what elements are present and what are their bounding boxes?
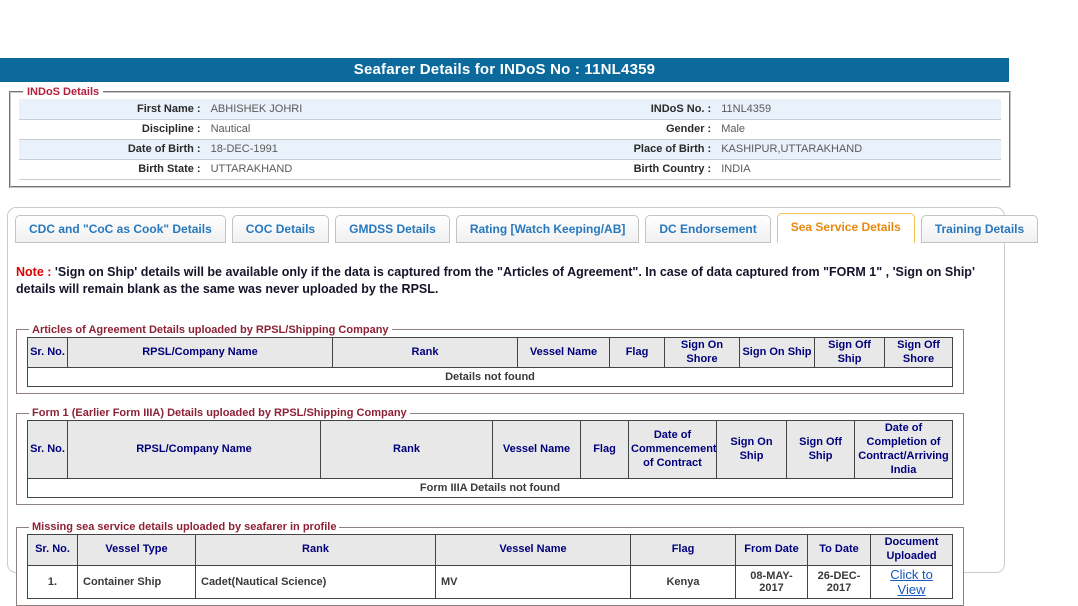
to-date-cell: 26-DEC-2017	[807, 564, 871, 599]
header-cell: Sign Off Shore	[884, 336, 953, 369]
field-label: Gender :	[559, 119, 717, 140]
articles-of-agreement-fieldset: Articles of Agreement Details uploaded b…	[16, 323, 964, 395]
indos-details-legend: INDoS Details	[27, 86, 100, 98]
header-cell: Rank	[195, 534, 436, 566]
header-cell: To Date	[807, 534, 871, 566]
indos-row: Discipline : Nautical Gender : Male	[19, 119, 1001, 140]
header-cell: Rank	[332, 336, 518, 369]
click-to-view-link[interactable]: Click to View	[890, 567, 933, 597]
table-header-row: Sr. No. RPSL/Company Name Rank Vessel Na…	[27, 336, 953, 369]
field-label: Birth State :	[19, 159, 206, 180]
missing-sea-service-table: Sr. No. Vessel Type Rank Vessel Name Fla…	[27, 534, 953, 599]
header-cell: Date of Commencement of Contract	[628, 420, 717, 480]
tab-cdc-coc-as-cook[interactable]: CDC and "CoC as Cook" Details	[15, 215, 226, 243]
field-label: Birth Country :	[559, 159, 717, 180]
tab-sea-service-details[interactable]: Sea Service Details	[776, 213, 915, 243]
header-cell: Sign On Ship	[739, 336, 815, 369]
field-value: INDIA	[716, 159, 1001, 180]
header-cell: Rank	[320, 420, 493, 480]
details-not-found-message: Details not found	[27, 367, 953, 388]
tab-strip: CDC and "CoC as Cook" Details COC Details…	[8, 208, 1039, 243]
header-cell: Vessel Type	[77, 534, 196, 566]
tab-coc-details[interactable]: COC Details	[231, 215, 330, 243]
indos-details-fieldset: INDoS Details First Name : ABHISHEK JOHR…	[9, 86, 1011, 188]
header-cell: From Date	[735, 534, 808, 566]
field-label: Date of Birth :	[19, 139, 206, 160]
field-value: Nautical	[205, 119, 560, 140]
table-row: 1. Container Ship Cadet(Nautical Science…	[27, 564, 953, 599]
empty-row: Form IIIA Details not found	[27, 478, 953, 499]
field-label: Discipline :	[19, 119, 206, 140]
field-value: Male	[716, 119, 1001, 140]
header-cell: Flag	[630, 534, 736, 566]
indos-row: Birth State : UTTARAKHAND Birth Country …	[19, 159, 1001, 180]
missing-sea-service-legend: Missing sea service details uploaded by …	[32, 521, 337, 534]
tab-rating-watch-keeping[interactable]: Rating [Watch Keeping/AB]	[455, 215, 640, 243]
tab-content-panel: CDC and "CoC as Cook" Details COC Details…	[7, 207, 1039, 606]
header-cell: Vessel Name	[492, 420, 581, 480]
indos-row: First Name : ABHISHEK JOHRI INDoS No. : …	[19, 99, 1001, 120]
field-label: First Name :	[19, 99, 206, 120]
flag-cell: Kenya	[630, 564, 736, 599]
table-header-row: Sr. No. RPSL/Company Name Rank Vessel Na…	[27, 420, 953, 480]
field-value: UTTARAKHAND	[205, 159, 560, 180]
header-cell: Flag	[580, 420, 629, 480]
header-cell: Vessel Name	[435, 534, 631, 566]
from-date-cell: 08-MAY-2017	[735, 564, 808, 599]
tab-dc-endorsement[interactable]: DC Endorsement	[645, 215, 771, 243]
missing-sea-service-fieldset: Missing sea service details uploaded by …	[16, 521, 964, 606]
field-value: 18-DEC-1991	[205, 139, 560, 160]
field-label: Place of Birth :	[559, 139, 717, 160]
articles-of-agreement-legend: Articles of Agreement Details uploaded b…	[32, 323, 389, 336]
tab-gmdss-details[interactable]: GMDSS Details	[335, 215, 450, 243]
form1-table: Sr. No. RPSL/Company Name Rank Vessel Na…	[27, 420, 953, 499]
articles-of-agreement-table: Sr. No. RPSL/Company Name Rank Vessel Na…	[27, 336, 953, 388]
field-value: 11NL4359	[716, 99, 1001, 120]
indos-row: Date of Birth : 18-DEC-1991 Place of Bir…	[19, 139, 1001, 160]
header-cell: Sign Off Ship	[786, 420, 855, 480]
field-value: KASHIPUR,UTTARAKHAND	[716, 139, 1001, 160]
header-cell: Sr. No.	[27, 534, 78, 566]
page-title-bar: Seafarer Details for INDoS No : 11NL4359	[0, 58, 1009, 82]
header-cell: RPSL/Company Name	[67, 420, 321, 480]
header-cell: Sr. No.	[27, 336, 68, 369]
note-text: Note : 'Sign on Ship' details will be av…	[16, 264, 988, 298]
field-value: ABHISHEK JOHRI	[205, 99, 560, 120]
indos-details-table: First Name : ABHISHEK JOHRI INDoS No. : …	[19, 99, 1001, 180]
header-cell: Flag	[609, 336, 665, 369]
field-label: INDoS No. :	[559, 99, 717, 120]
rank-cell: Cadet(Nautical Science)	[195, 564, 436, 599]
note-body: 'Sign on Ship' details will be available…	[16, 265, 975, 296]
header-cell: Date of Completion of Contract/Arriving …	[854, 420, 953, 480]
vessel-name-cell: MV	[435, 564, 631, 599]
header-cell: Document Uploaded	[870, 534, 953, 566]
page-title: Seafarer Details for INDoS No : 11NL4359	[353, 61, 656, 78]
tab-training-details[interactable]: Training Details	[920, 215, 1039, 243]
header-cell: Sign On Ship	[716, 420, 787, 480]
document-uploaded-cell: Click to View	[870, 564, 953, 599]
vessel-type-cell: Container Ship	[77, 564, 196, 599]
note-prefix: Note :	[16, 265, 52, 279]
header-cell: Sr. No.	[27, 420, 68, 480]
empty-row: Details not found	[27, 367, 953, 388]
form-iiia-not-found-message: Form IIIA Details not found	[27, 478, 953, 499]
header-cell: Sign Off Ship	[814, 336, 885, 369]
form1-legend: Form 1 (Earlier Form IIIA) Details uploa…	[32, 407, 407, 420]
header-cell: RPSL/Company Name	[67, 336, 333, 369]
header-cell: Vessel Name	[517, 336, 610, 369]
table-header-row: Sr. No. Vessel Type Rank Vessel Name Fla…	[27, 534, 953, 566]
form1-fieldset: Form 1 (Earlier Form IIIA) Details uploa…	[16, 407, 964, 506]
sr-no-cell: 1.	[27, 564, 78, 599]
header-cell: Sign On Shore	[664, 336, 740, 369]
